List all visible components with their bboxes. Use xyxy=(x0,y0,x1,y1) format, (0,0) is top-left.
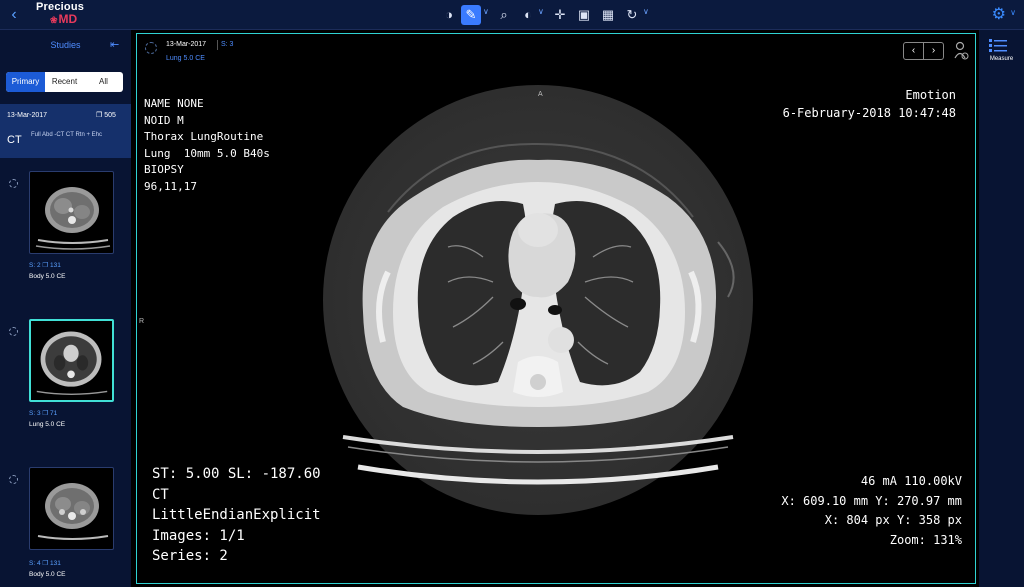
overlay-line: 96,11,17 xyxy=(144,179,197,193)
series-number: S: 4 xyxy=(29,560,41,567)
abdomen-scan-thumbnail xyxy=(37,483,109,540)
overlay-line: BIOPSY xyxy=(144,163,184,176)
dna-icon: ❀ xyxy=(50,15,58,25)
study-date: 13-Mar-2017 xyxy=(7,112,48,119)
tab-all[interactable]: All xyxy=(84,72,123,92)
overlay-line: NAME NONE xyxy=(144,97,204,110)
measure-label[interactable]: Measure xyxy=(982,56,1021,62)
image-navigation: ‹ › xyxy=(903,42,944,60)
logo-text-md: ❀MD xyxy=(50,13,96,27)
study-count-value: 505 xyxy=(104,112,116,119)
series-meta: S: 3 ❐ 71 xyxy=(29,410,58,417)
tab-recent[interactable]: Recent xyxy=(45,72,84,92)
camera-icon[interactable]: ▣ xyxy=(576,5,592,25)
overlay-device-datetime: Emotion 6-February-2018 10:47:48 xyxy=(783,86,956,122)
studies-sidebar: Studies ⇤ Primary Recent All 13-Mar-2017… xyxy=(0,30,131,587)
pencil-icon[interactable]: ✎ xyxy=(461,5,481,25)
loading-spinner-icon xyxy=(9,327,18,336)
magnifier-icon[interactable]: ⌕ xyxy=(496,5,512,25)
overlay-line: 46 mA 110.00kV xyxy=(860,474,962,488)
copy-icon: ❐ xyxy=(96,112,103,119)
viewport-series-number: S: 3 xyxy=(221,41,234,48)
logo-md-label: MD xyxy=(58,12,78,26)
pencil-dropdown-caret-icon[interactable]: ∨ xyxy=(483,7,489,16)
series-image-count: 71 xyxy=(50,410,58,417)
back-button[interactable]: ‹ xyxy=(6,6,22,24)
lung-scan-thumbnail xyxy=(36,331,108,395)
ct-scan-image[interactable] xyxy=(323,82,753,517)
series-image-count: 131 xyxy=(50,262,61,269)
series-meta: S: 4 ❐ 131 xyxy=(29,560,61,567)
window-level-dropdown-caret-icon[interactable]: ∨ xyxy=(538,7,544,16)
series-image-count: 131 xyxy=(50,560,61,567)
study-description: Full Abd -CT CT Rtn + Ehc xyxy=(31,132,102,138)
loading-spinner-icon xyxy=(9,179,18,188)
gear-icon[interactable]: ⚙ xyxy=(992,5,1006,25)
overlay-line: X: 804 px Y: 358 px xyxy=(824,513,962,527)
viewport-series-name: Lung 5.0 CE xyxy=(166,55,205,62)
series-name: Lung 5.0 CE xyxy=(29,421,66,428)
study-modality: CT xyxy=(7,134,22,146)
series-number: S: 3 xyxy=(29,410,41,417)
next-image-button[interactable]: › xyxy=(924,43,943,59)
study-card[interactable]: 13-Mar-2017 ❐ 505 CT Full Abd -CT CT Rtn… xyxy=(0,104,131,158)
overlay-line: Zoom: 131% xyxy=(889,532,962,547)
rotate-icon[interactable]: ↻ xyxy=(624,5,640,25)
overlay-line: Lung 10mm 5.0 B40s xyxy=(144,146,270,160)
overlay-line: X: 609.10 mm Y: 270.97 mm xyxy=(781,493,962,508)
app-logo: Precious ❀MD xyxy=(36,1,96,29)
overlay-line: LittleEndianExplicit xyxy=(152,507,321,523)
overlay-line: NOID M xyxy=(144,113,184,127)
abdomen-scan-thumbnail xyxy=(35,187,111,250)
loading-spinner-icon xyxy=(145,42,157,54)
overlay-line: CT xyxy=(152,486,169,503)
person-tool-icon[interactable] xyxy=(953,41,969,61)
series-name: Body 5.0 CE xyxy=(29,273,66,280)
series-thumbnail[interactable] xyxy=(29,171,114,254)
overlay-slice-info: ST: 5.00 SL: -187.60 CT LittleEndianExplic… xyxy=(152,464,321,567)
study-image-count: ❐ 505 xyxy=(96,111,116,119)
orientation-marker-top: A xyxy=(538,91,543,98)
rotate-dropdown-caret-icon[interactable]: ∨ xyxy=(643,7,649,16)
overlay-patient-info: NAME NONE NOID M Thorax LungRoutine Lung 10… xyxy=(144,96,270,195)
layout-icon[interactable]: ▦ xyxy=(600,5,616,25)
window-level-icon[interactable]: ◐ xyxy=(520,5,536,25)
settings-dropdown-caret-icon[interactable]: ∨ xyxy=(1010,8,1016,17)
overlay-line: Series: 2 xyxy=(152,548,228,564)
series-thumbnail[interactable] xyxy=(29,467,114,550)
overlay-acquisition-info: 46 mA 110.00kV X: 609.10 mm Y: 270.97 mm X… xyxy=(781,472,962,550)
contrast-icon[interactable]: ◑ xyxy=(441,5,457,25)
header-divider xyxy=(217,40,218,50)
orientation-marker-left: R xyxy=(139,318,145,325)
overlay-line: Images: 1/1 xyxy=(152,527,245,544)
tab-primary[interactable]: Primary xyxy=(6,72,45,92)
list-icon[interactable] xyxy=(989,38,1007,54)
study-filter-tabs: Primary Recent All xyxy=(6,72,123,92)
series-name: Body 5.0 CE xyxy=(29,571,66,578)
series-meta: S: 2 ❐ 131 xyxy=(29,262,61,269)
overlay-line: Thorax LungRoutine xyxy=(144,130,264,143)
collapse-sidebar-icon[interactable]: ⇤ xyxy=(110,38,119,51)
top-toolbar: ‹ Precious ❀MD ◑ ✎ ∨ ⌕ ◐ ∨ ✛ ▣ ▦ ↻ ∨ ⚙ ∨ xyxy=(0,0,1024,30)
series-number: S: 2 xyxy=(29,262,41,269)
overlay-line: ST: 5.00 SL: -187.60 xyxy=(152,466,321,482)
image-viewport[interactable]: 13-Mar-2017 S: 3 Lung 5.0 CE ‹ › A R NAM… xyxy=(136,33,976,584)
overlay-line: Emotion xyxy=(905,88,956,102)
loading-spinner-icon xyxy=(9,475,18,484)
previous-image-button[interactable]: ‹ xyxy=(904,43,924,59)
series-thumbnail[interactable] xyxy=(29,319,114,402)
right-tool-panel: Measure xyxy=(979,30,1024,587)
pan-icon[interactable]: ✛ xyxy=(552,5,568,25)
overlay-line: 6-February-2018 10:47:48 xyxy=(782,106,956,120)
viewport-study-date: 13-Mar-2017 xyxy=(166,41,207,48)
